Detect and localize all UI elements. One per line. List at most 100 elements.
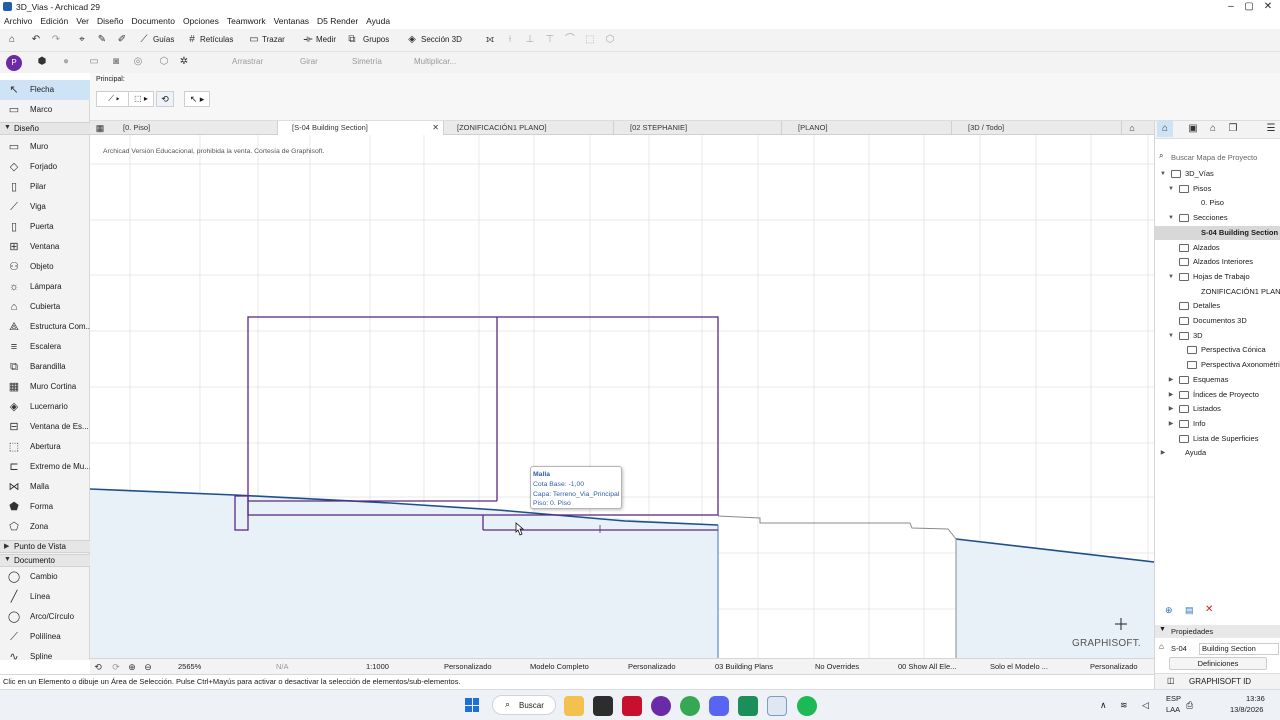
navigator-item[interactable]: ▼ 3D xyxy=(1155,329,1280,343)
camera-icon[interactable]: ◙ xyxy=(110,56,122,68)
project-map-icon[interactable]: ⌂ xyxy=(1157,121,1173,137)
zoom-level[interactable]: 2565% xyxy=(178,661,201,673)
dimension-style[interactable]: Personalizado xyxy=(628,661,676,673)
new-view-icon[interactable]: ⊕ xyxy=(1165,605,1173,616)
volume-icon[interactable]: ◁ xyxy=(1142,700,1149,711)
pointer-mode-icon[interactable]: ↖ ▸ xyxy=(184,91,210,107)
wifi-icon[interactable]: ≋ xyxy=(1120,700,1128,711)
mirror-button[interactable]: Simetría xyxy=(352,56,382,68)
navigator-item[interactable]: S-04 Building Section (A xyxy=(1155,225,1280,240)
tool-arc[interactable]: ◯ Arco/Círculo xyxy=(0,607,90,627)
navigator-item[interactable]: Detalles xyxy=(1155,299,1280,313)
redo-icon[interactable]: ↷ xyxy=(50,34,62,46)
navigator-item[interactable]: ▼ Secciones xyxy=(1155,211,1280,225)
navigator-item[interactable]: ▼ Hojas de Trabajo xyxy=(1155,270,1280,284)
scale-value[interactable]: 1:1000 xyxy=(366,661,389,673)
tool-curtain-wall[interactable]: ▦ Muro Cortina xyxy=(0,377,90,397)
partial-structure[interactable]: Personalizado xyxy=(1090,661,1138,673)
tool-roof[interactable]: ⌂ Cubierta xyxy=(0,297,90,317)
tree-toggle-icon[interactable]: ▶ xyxy=(1167,402,1175,416)
split-icon[interactable]: ⟗ xyxy=(484,34,496,46)
selection-method-icon[interactable]: ⬚ ▸ xyxy=(128,91,154,107)
navigator-item[interactable]: ▼ Pisos xyxy=(1155,182,1280,196)
category-punto-de-vista[interactable]: ▶ Punto de Vista xyxy=(0,540,90,553)
guides-button[interactable]: Guías xyxy=(153,34,174,46)
tool-spline[interactable]: ∿ Spline xyxy=(0,647,90,667)
tree-toggle-icon[interactable]: ▶ xyxy=(1167,417,1175,431)
navigator-item[interactable]: Perspectiva Cónica xyxy=(1155,343,1280,357)
measure-button[interactable]: Medir xyxy=(316,34,336,46)
navigator-item[interactable]: Perspectiva Axonométric xyxy=(1155,358,1280,372)
tab-piso[interactable]: [0. Piso] xyxy=(110,121,278,135)
tool-wall-end[interactable]: ⊏ Extremo de Mu... xyxy=(0,457,91,477)
pen-set[interactable]: Personalizado xyxy=(444,661,492,673)
grids-button[interactable]: Retículas xyxy=(200,34,233,46)
navigator-item[interactable]: ▶ Ayuda xyxy=(1155,446,1280,460)
tab-menu-icon[interactable]: ⌂ xyxy=(1126,122,1138,134)
menu-teamwork[interactable]: Teamwork xyxy=(223,14,270,29)
tool-stair[interactable]: ≡ Escalera xyxy=(0,337,90,357)
tool-change[interactable]: ◯ Cambio xyxy=(0,567,90,587)
tool-skylight[interactable]: ◈ Lucernario xyxy=(0,397,90,417)
screen-icon[interactable]: ▭ xyxy=(88,56,100,68)
tool-beam[interactable]: ⟋ Viga xyxy=(0,197,90,217)
tool-polyline[interactable]: ⟋ Polilínea xyxy=(0,627,90,647)
undo-icon[interactable]: ↶ xyxy=(30,34,42,46)
navigator-search-field[interactable]: ⌕ Buscar Mapa de Proyecto xyxy=(1157,151,1279,164)
menu-ayuda[interactable]: Ayuda xyxy=(362,14,394,29)
circle-icon[interactable]: ● xyxy=(60,56,72,68)
app-icon-3[interactable] xyxy=(738,696,758,716)
tab-section[interactable]: [S-04 Building Section] ✕ xyxy=(278,121,444,135)
rotate-selection-icon[interactable]: ⟲ xyxy=(156,91,174,107)
layer-combination[interactable]: 03 Building Plans xyxy=(715,661,773,673)
properties-name[interactable]: Building Section xyxy=(1199,643,1279,655)
menu-ver[interactable]: Ver xyxy=(72,14,93,29)
tree-toggle-icon[interactable]: ▶ xyxy=(1167,373,1175,387)
trace-button[interactable]: Trazar xyxy=(262,34,285,46)
tool-column[interactable]: ▯ Pilar xyxy=(0,177,90,197)
rotation-value[interactable]: N/A xyxy=(276,661,289,673)
navigator-item[interactable]: ▶ Listados xyxy=(1155,402,1280,416)
navigator-item[interactable]: Documentos 3D xyxy=(1155,314,1280,328)
rotate-button[interactable]: Girar xyxy=(300,56,318,68)
tool-opening[interactable]: ⬚ Abertura xyxy=(0,437,90,457)
tree-toggle-icon[interactable]: ▼ xyxy=(1167,211,1175,225)
navigator-menu-icon[interactable]: ☰ xyxy=(1263,121,1279,137)
category-documento[interactable]: ▼ Documento xyxy=(0,554,90,567)
settings-icon[interactable]: ✲ xyxy=(178,56,190,68)
tool-object[interactable]: ⚇ Objeto xyxy=(0,257,90,277)
menu-documento[interactable]: Documento xyxy=(127,14,178,29)
properties-header[interactable]: ▼ Propiedades xyxy=(1155,625,1280,638)
trim-icon[interactable]: ⊤ xyxy=(544,34,556,46)
tool-window[interactable]: ⊞ Ventana xyxy=(0,237,90,257)
tree-toggle-icon[interactable]: ▶ xyxy=(1167,388,1175,402)
taskbar-search[interactable]: ⌕ Buscar xyxy=(492,695,556,715)
adjust-icon[interactable]: ⟊ xyxy=(504,34,516,46)
tree-toggle-icon[interactable]: ▼ xyxy=(1159,167,1167,181)
tab-zonificacion[interactable]: [ZONIFICACIÓN1 PLANO] xyxy=(444,121,614,135)
language-2[interactable]: LAA xyxy=(1166,705,1180,714)
properties-id[interactable]: S-04 xyxy=(1171,644,1187,653)
resize-icon[interactable]: ⬚ xyxy=(584,34,596,46)
drawing-svg[interactable] xyxy=(90,135,1154,658)
user-icon[interactable]: ◫ xyxy=(1167,676,1175,685)
eyedropper-icon[interactable]: ✎ xyxy=(96,34,108,46)
navigator-item[interactable]: 0. Piso xyxy=(1155,196,1280,210)
tree-toggle-icon[interactable]: ▼ xyxy=(1167,182,1175,196)
zoom-in-icon[interactable]: ⊕ xyxy=(126,661,138,673)
view-map-icon[interactable]: ▣ xyxy=(1185,121,1201,137)
category-diseno[interactable]: ▼ Diseño xyxy=(0,122,90,135)
tree-toggle-icon[interactable]: ▼ xyxy=(1167,329,1175,343)
plugin-icon[interactable]: P xyxy=(6,55,22,71)
network-icon[interactable]: ⎙ xyxy=(1186,700,1193,711)
fillet-icon[interactable]: ⌒ xyxy=(564,34,576,46)
tool-zone[interactable]: ⬠ Zona xyxy=(0,517,90,537)
graphisoft-id-button[interactable]: GRAPHISOFT ID xyxy=(1189,677,1251,686)
section-canvas[interactable]: Archicad Versión Educacional, prohibida … xyxy=(90,135,1154,658)
clock-time[interactable]: 13:36 xyxy=(1246,694,1265,703)
publisher-icon[interactable]: ❐ xyxy=(1225,121,1241,137)
home-icon[interactable]: ⌂ xyxy=(6,34,18,46)
tree-toggle-icon[interactable]: ▶ xyxy=(1159,446,1167,460)
model-view[interactable]: Modelo Completo xyxy=(530,661,589,673)
tool-door[interactable]: ▯ Puerta xyxy=(0,217,90,237)
